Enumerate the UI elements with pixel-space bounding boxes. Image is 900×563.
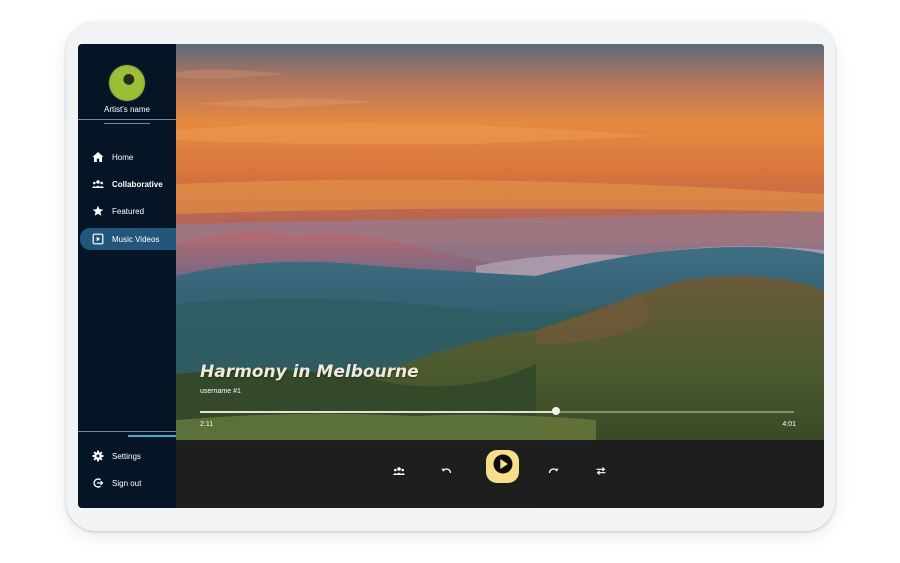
collaborators-button[interactable] xyxy=(388,462,410,484)
sidebar-divider-accent xyxy=(104,123,150,124)
sidebar-item-settings[interactable]: Settings xyxy=(78,445,176,467)
video-icon xyxy=(92,233,104,245)
sidebar-item-sign-out[interactable]: Sign out xyxy=(78,472,176,494)
elapsed-time: 2:11 xyxy=(200,421,214,428)
sidebar-divider-accent xyxy=(128,435,176,437)
sidebar-item-label: Featured xyxy=(112,206,145,216)
sidebar-item-label: Settings xyxy=(112,451,141,461)
progress-bar-handle[interactable] xyxy=(552,407,561,415)
total-time: 4:01 xyxy=(782,421,796,428)
sidebar-item-label: Sign out xyxy=(112,478,142,488)
home-icon xyxy=(92,151,104,163)
group-icon xyxy=(92,178,104,190)
forward-button[interactable] xyxy=(543,462,565,484)
play-icon xyxy=(493,454,513,479)
sidebar-item-home[interactable]: Home xyxy=(78,146,176,168)
star-icon xyxy=(92,205,104,217)
video-title: Harmony in Melbourne xyxy=(200,362,419,382)
play-button[interactable] xyxy=(486,450,519,483)
tablet-side-button xyxy=(64,80,67,124)
repeat-icon xyxy=(595,464,607,482)
sidebar-item-label: Music Videos xyxy=(112,234,160,244)
app-screen: Artist's name Home Collaborative Feature… xyxy=(78,44,824,508)
sidebar-divider xyxy=(78,119,176,120)
avatar[interactable] xyxy=(109,65,145,101)
repeat-button[interactable] xyxy=(590,462,612,484)
sidebar-item-collaborative[interactable]: Collaborative xyxy=(78,173,176,195)
sidebar: Artist's name Home Collaborative Feature… xyxy=(78,44,176,508)
rewind-button[interactable] xyxy=(435,462,457,484)
video-username[interactable]: username #1 xyxy=(200,388,241,395)
progress-bar-fill xyxy=(200,411,557,413)
redo-icon xyxy=(548,464,560,482)
group-icon xyxy=(393,464,405,482)
sidebar-divider xyxy=(78,431,176,432)
playback-controls xyxy=(176,440,824,508)
gear-icon xyxy=(92,450,104,462)
artist-name: Artist's name xyxy=(104,105,150,114)
sidebar-item-featured[interactable]: Featured xyxy=(78,200,176,222)
video-player[interactable]: Harmony in Melbourne username #1 2:11 4:… xyxy=(176,44,824,508)
sidebar-item-label: Home xyxy=(112,152,134,162)
progress-bar[interactable] xyxy=(200,407,794,415)
undo-icon xyxy=(440,464,452,482)
sign-out-icon xyxy=(92,477,104,489)
sidebar-item-label: Collaborative xyxy=(112,179,163,189)
sidebar-item-music-videos[interactable]: Music Videos xyxy=(80,228,176,250)
landscape-scene xyxy=(176,44,824,508)
